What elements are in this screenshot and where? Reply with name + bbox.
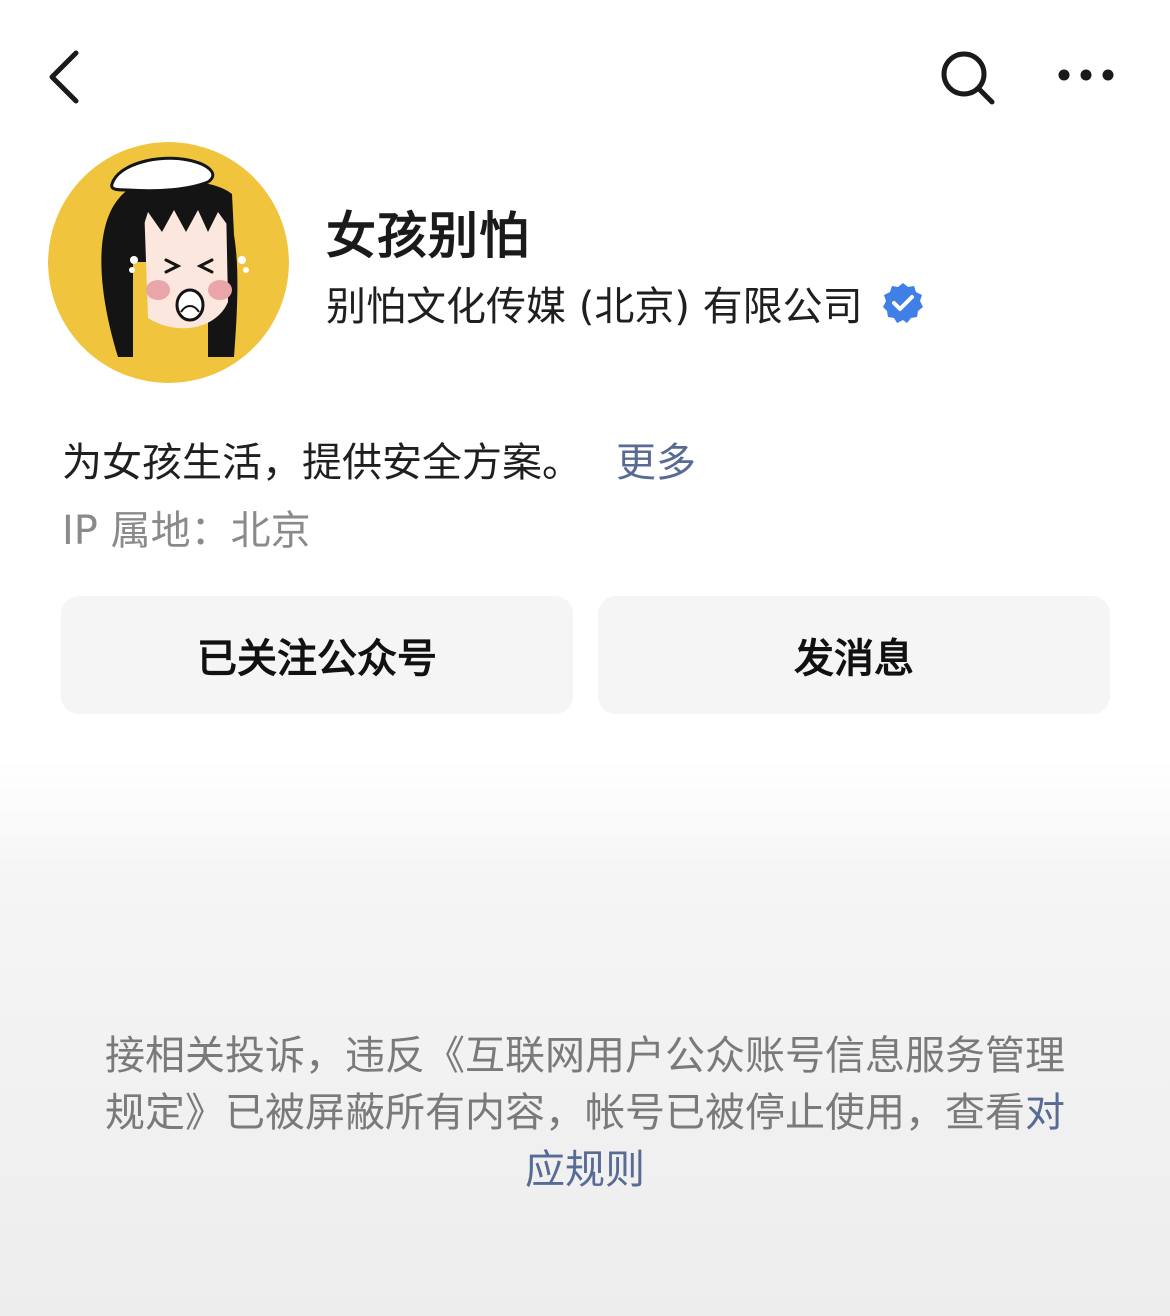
company-name: 别怕文化传媒 (北京) 有限公司 bbox=[326, 284, 863, 330]
verified-badge-icon bbox=[881, 281, 925, 325]
followed-button[interactable]: 已关注公众号 bbox=[61, 596, 573, 714]
more-button[interactable] bbox=[1052, 55, 1122, 95]
more-link[interactable]: 更多 bbox=[616, 440, 696, 486]
search-icon bbox=[941, 51, 995, 105]
ip-location: IP 属地：北京 bbox=[62, 508, 311, 554]
ellipsis-icon bbox=[1058, 69, 1114, 81]
send-message-button[interactable]: 发消息 bbox=[598, 596, 1110, 714]
account-name: 女孩别怕 bbox=[326, 207, 530, 265]
account-intro: 为女孩生活，提供安全方案。 更多 bbox=[62, 430, 696, 488]
ban-notice: 接相关投诉，违反《互联网用户公众账号信息服务管理规定》已被屏蔽所有内容，帐号已被… bbox=[100, 1028, 1070, 1199]
company-info[interactable]: 别怕文化传媒 (北京) 有限公司 bbox=[326, 278, 925, 330]
intro-text: 为女孩生活，提供安全方案。 bbox=[62, 440, 582, 486]
search-button[interactable] bbox=[935, 45, 999, 109]
back-button[interactable] bbox=[40, 45, 100, 109]
cartoon-girl-avatar bbox=[48, 142, 289, 383]
avatar[interactable] bbox=[48, 142, 289, 383]
ban-notice-text: 接相关投诉，违反《互联网用户公众账号信息服务管理规定》已被屏蔽所有内容，帐号已被… bbox=[105, 1033, 1065, 1136]
chevron-left-icon bbox=[49, 50, 79, 104]
